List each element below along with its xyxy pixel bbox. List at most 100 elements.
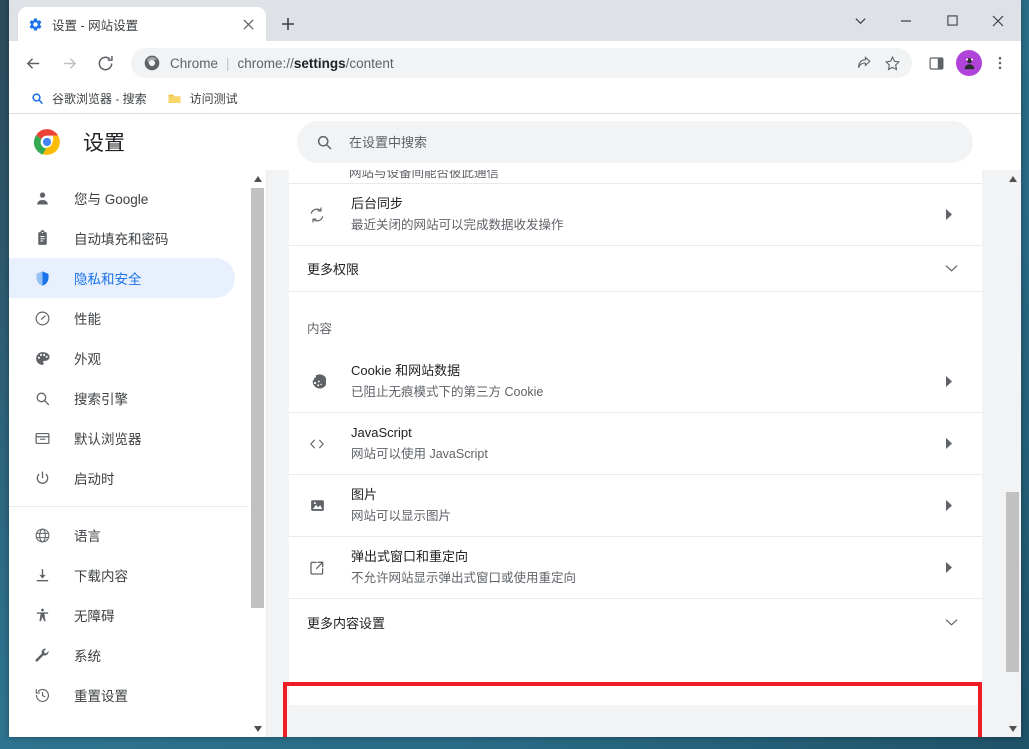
window-controls — [837, 0, 1021, 41]
sidebar-item-appearance[interactable]: 外观 — [9, 338, 235, 378]
person-icon — [32, 188, 52, 208]
avatar[interactable] — [956, 50, 982, 76]
settings-body: 您与 Google 自动填充和密码 隐私和安全 性能 外观 搜索引擎 默认浏览器… — [9, 170, 1021, 737]
back-button[interactable] — [17, 47, 49, 79]
chrome-icon — [143, 54, 161, 72]
row-title: Cookie 和网站数据 — [351, 362, 461, 378]
maximize-button[interactable] — [929, 0, 975, 41]
external-link-icon — [307, 558, 327, 578]
power-icon — [32, 468, 52, 488]
scroll-up-arrow-icon[interactable] — [1004, 170, 1021, 187]
sidebar-item-accessibility[interactable]: 无障碍 — [9, 595, 235, 635]
omnibox-separator: | — [226, 55, 230, 71]
wrench-icon — [32, 645, 52, 665]
row-subtitle: 最近关闭的网站可以完成数据收发操作 — [351, 217, 564, 232]
code-icon — [307, 434, 327, 454]
row-popups-redirects[interactable]: 弹出式窗口和重定向 不允许网站显示弹出式窗口或使用重定向 — [289, 537, 982, 599]
row-subtitle: 不允许网站显示弹出式窗口或使用重定向 — [351, 570, 577, 585]
sidebar-item-languages[interactable]: 语言 — [9, 515, 235, 555]
scroll-up-arrow-icon[interactable] — [249, 170, 266, 187]
shield-icon — [32, 268, 52, 288]
sidebar-scrollbar-thumb[interactable] — [251, 188, 264, 608]
new-tab-button[interactable] — [274, 10, 302, 38]
sidebar-item-default-browser[interactable]: 默认浏览器 — [9, 418, 235, 458]
chevron-right-icon — [940, 500, 958, 511]
sidebar-item-downloads[interactable]: 下载内容 — [9, 555, 235, 595]
minimize-button[interactable] — [883, 0, 929, 41]
partial-cutoff-row[interactable]: 网站与设备间能否彼此通信 — [289, 170, 982, 184]
row-title: 弹出式窗口和重定向 — [351, 548, 469, 564]
close-icon[interactable] — [239, 15, 257, 33]
bookmarks-bar: 谷歌浏览器 - 搜索 访问测试 — [9, 85, 1021, 113]
sidebar-container: 您与 Google 自动填充和密码 隐私和安全 性能 外观 搜索引擎 默认浏览器… — [9, 170, 267, 737]
scroll-down-arrow-icon[interactable] — [249, 720, 266, 737]
chevron-right-icon — [940, 438, 958, 449]
star-icon[interactable] — [878, 49, 906, 77]
row-subtitle: 已阻止无痕模式下的第三方 Cookie — [351, 384, 544, 399]
search-input[interactable] — [349, 134, 955, 150]
page-viewport: 设置 在设置中搜索 您与 Google 自动填充和密码 隐私和安全 性能 外观 … — [9, 113, 1021, 737]
partial-row-text: 网站与设备间能否彼此通信 — [349, 170, 500, 180]
omnibox-scheme: Chrome — [170, 55, 219, 71]
row-text: 图片 网站可以显示图片 — [351, 486, 940, 526]
row-more-permissions[interactable]: 更多权限 — [289, 246, 982, 292]
omnibox-actions — [848, 49, 906, 77]
sidebar-item-search-engine[interactable]: 搜索引擎 — [9, 378, 235, 418]
bookmark-item[interactable]: 访问测试 — [159, 88, 246, 110]
sidebar-item-label: 语言 — [74, 529, 101, 544]
sidebar-item-you-and-google[interactable]: 您与 Google — [9, 178, 235, 218]
browser-menu-button[interactable] — [985, 48, 1015, 78]
sidebar-item-label: 下载内容 — [74, 569, 128, 584]
row-cookies-site-data[interactable]: Cookie 和网站数据 已阻止无痕模式下的第三方 Cookie — [289, 351, 982, 413]
history-restore-icon — [32, 685, 52, 705]
page-scrollbar[interactable] — [1004, 170, 1021, 737]
sidebar-item-label: 性能 — [74, 312, 101, 327]
palette-icon — [32, 348, 52, 368]
chevron-down-icon — [945, 264, 958, 273]
sidebar-scrollbar[interactable] — [249, 170, 266, 737]
sync-icon — [307, 205, 327, 225]
sidebar-item-label: 外观 — [74, 352, 101, 367]
browser-window-icon — [32, 428, 52, 448]
settings-header: 设置 — [9, 114, 1021, 170]
row-text: Cookie 和网站数据 已阻止无痕模式下的第三方 Cookie — [351, 362, 940, 402]
row-images[interactable]: 图片 网站可以显示图片 — [289, 475, 982, 537]
clipboard-icon — [32, 228, 52, 248]
sidebar-item-label: 重置设置 — [74, 689, 128, 704]
chevron-down-icon — [945, 618, 958, 627]
sidebar-item-privacy-security[interactable]: 隐私和安全 — [9, 258, 235, 298]
gear-icon — [27, 16, 43, 32]
row-text: 弹出式窗口和重定向 不允许网站显示弹出式窗口或使用重定向 — [351, 548, 940, 588]
side-panel-icon[interactable] — [921, 48, 951, 78]
forward-button[interactable] — [53, 47, 85, 79]
scroll-down-arrow-icon[interactable] — [1004, 720, 1021, 737]
sidebar-item-on-startup[interactable]: 启动时 — [9, 458, 235, 498]
row-more-content-settings[interactable]: 更多内容设置 — [289, 599, 982, 645]
sidebar-item-performance[interactable]: 性能 — [9, 298, 235, 338]
tab-search-chevron-icon[interactable] — [837, 0, 883, 41]
sidebar-item-label: 搜索引擎 — [74, 392, 128, 407]
bookmark-item[interactable]: 谷歌浏览器 - 搜索 — [21, 88, 155, 110]
download-icon — [32, 565, 52, 585]
accessibility-icon — [32, 605, 52, 625]
sidebar-item-label: 默认浏览器 — [74, 432, 142, 447]
row-background-sync[interactable]: 后台同步 最近关闭的网站可以完成数据收发操作 — [289, 184, 982, 246]
magnifier-icon — [32, 388, 52, 408]
cookie-icon — [307, 372, 327, 392]
reload-button[interactable] — [89, 47, 121, 79]
sidebar-item-reset-settings[interactable]: 重置设置 — [9, 675, 235, 715]
content-bottom-spacer — [289, 645, 982, 705]
row-text: 后台同步 最近关闭的网站可以完成数据收发操作 — [351, 195, 940, 235]
share-icon[interactable] — [849, 49, 877, 77]
close-window-button[interactable] — [975, 0, 1021, 41]
settings-search-box[interactable] — [297, 121, 973, 163]
chevron-right-icon — [940, 209, 958, 220]
row-javascript[interactable]: JavaScript 网站可以使用 JavaScript — [289, 413, 982, 475]
sidebar-item-system[interactable]: 系统 — [9, 635, 235, 675]
omnibox-url: chrome://settings/content — [238, 56, 848, 71]
page-scrollbar-thumb[interactable] — [1006, 492, 1019, 672]
sidebar-item-autofill-passwords[interactable]: 自动填充和密码 — [9, 218, 235, 258]
browser-tab[interactable]: 设置 - 网站设置 — [18, 7, 266, 41]
tab-strip: 设置 - 网站设置 — [9, 0, 1021, 41]
address-bar[interactable]: Chrome | chrome://settings/content — [131, 48, 912, 78]
